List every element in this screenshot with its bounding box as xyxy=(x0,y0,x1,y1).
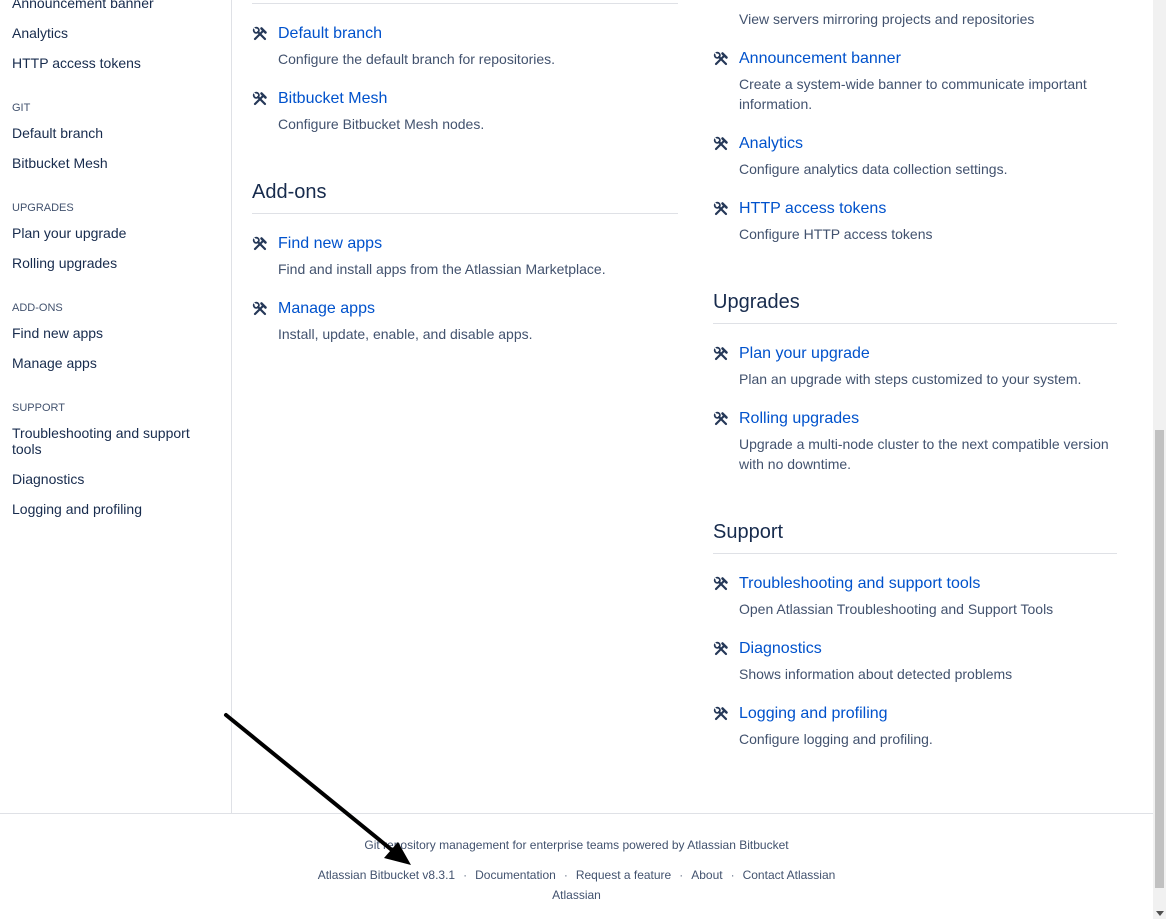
sidebar-item-troubleshooting[interactable]: Troubleshooting and support tools xyxy=(12,425,212,457)
sidebar-group-upgrades: UPGRADES xyxy=(12,202,74,214)
section-title-add-ons: Add-ons xyxy=(252,181,327,203)
footer-separator: · xyxy=(563,868,568,882)
sidebar-item-http-access-tokens[interactable]: HTTP access tokens xyxy=(12,55,141,71)
item-description: Find and install apps from the Atlassian… xyxy=(278,261,606,277)
footer-documentation-link[interactable]: Documentation xyxy=(475,868,556,882)
vertical-scrollbar[interactable] xyxy=(1153,0,1166,919)
diagnostics-link[interactable]: Diagnostics xyxy=(739,639,822,659)
item-description: View servers mirroring projects and repo… xyxy=(739,11,1035,27)
item-description: Shows information about detected problem… xyxy=(739,666,1013,682)
footer-request-feature-link[interactable]: Request a feature xyxy=(576,868,671,882)
tools-icon xyxy=(713,51,729,67)
footer-tagline: Git repository management for enterprise… xyxy=(364,838,789,852)
analytics-link[interactable]: Analytics xyxy=(739,134,803,154)
item-description: Configure Bitbucket Mesh nodes. xyxy=(278,116,485,132)
manage-apps-link[interactable]: Manage apps xyxy=(278,299,375,319)
tools-icon xyxy=(252,236,268,252)
tools-icon xyxy=(713,641,729,657)
tools-icon xyxy=(252,26,268,42)
tools-icon xyxy=(252,301,268,317)
item-description: Create a system-wide banner to communica… xyxy=(739,76,1087,112)
item-description: Open Atlassian Troubleshooting and Suppo… xyxy=(739,601,1054,617)
sidebar-item-manage-apps[interactable]: Manage apps xyxy=(12,355,97,371)
find-new-apps-link[interactable]: Find new apps xyxy=(278,234,382,254)
footer-atlassian-logo[interactable]: Atlassian xyxy=(0,888,1153,902)
sidebar-group-git: GIT xyxy=(12,102,31,114)
admin-sidebar: Announcement banner Analytics HTTP acces… xyxy=(0,0,232,813)
tools-icon xyxy=(713,706,729,722)
section-divider xyxy=(252,213,678,214)
footer-links: Atlassian Bitbucket v8.3.1 · Documentation… xyxy=(0,868,1153,882)
tools-icon xyxy=(713,411,729,427)
announcement-banner-link[interactable]: Announcement banner xyxy=(739,49,901,69)
section-divider xyxy=(252,3,678,4)
sidebar-group-support: SUPPORT xyxy=(12,402,65,414)
sidebar-item-diagnostics[interactable]: Diagnostics xyxy=(12,471,84,487)
tools-icon xyxy=(252,91,268,107)
sidebar-item-plan-your-upgrade[interactable]: Plan your upgrade xyxy=(12,225,126,241)
section-divider xyxy=(713,323,1117,324)
scroll-down-icon[interactable] xyxy=(1156,911,1164,916)
item-description: Configure the default branch for reposit… xyxy=(278,51,556,67)
plan-your-upgrade-link[interactable]: Plan your upgrade xyxy=(739,344,870,364)
sidebar-item-rolling-upgrades[interactable]: Rolling upgrades xyxy=(12,255,117,271)
http-access-tokens-link[interactable]: HTTP access tokens xyxy=(739,199,886,219)
footer-contact-link[interactable]: Contact Atlassian xyxy=(743,868,836,882)
item-description: Configure logging and profiling. xyxy=(739,731,933,747)
section-title-upgrades: Upgrades xyxy=(713,291,800,313)
sidebar-item-bitbucket-mesh[interactable]: Bitbucket Mesh xyxy=(12,155,108,171)
tools-icon xyxy=(713,201,729,217)
tools-icon xyxy=(713,576,729,592)
default-branch-link[interactable]: Default branch xyxy=(278,24,382,44)
section-title-support: Support xyxy=(713,521,784,543)
sidebar-item-logging-and-profiling[interactable]: Logging and profiling xyxy=(12,501,142,517)
page-footer: Git repository management for enterprise… xyxy=(0,813,1153,920)
bitbucket-mesh-link[interactable]: Bitbucket Mesh xyxy=(278,89,387,109)
troubleshooting-link[interactable]: Troubleshooting and support tools xyxy=(739,574,980,594)
scrollbar-thumb[interactable] xyxy=(1155,430,1164,888)
sidebar-item-default-branch[interactable]: Default branch xyxy=(12,125,103,141)
footer-about-link[interactable]: About xyxy=(691,868,722,882)
sidebar-item-find-new-apps[interactable]: Find new apps xyxy=(12,325,103,341)
item-description: Configure HTTP access tokens xyxy=(739,226,933,242)
item-description: Plan an upgrade with steps customized to… xyxy=(739,371,1082,387)
footer-separator: · xyxy=(463,868,468,882)
tools-icon xyxy=(713,136,729,152)
footer-separator: · xyxy=(730,868,735,882)
logging-and-profiling-link[interactable]: Logging and profiling xyxy=(739,704,888,724)
footer-separator: · xyxy=(679,868,684,882)
sidebar-item-announcement-banner[interactable]: Announcement banner xyxy=(12,0,154,11)
item-description: Configure analytics data collection sett… xyxy=(739,161,1008,177)
footer-version-link[interactable]: Atlassian Bitbucket v8.3.1 xyxy=(318,868,455,882)
item-description: Upgrade a multi-node cluster to the next… xyxy=(739,436,1109,472)
section-divider xyxy=(713,553,1117,554)
sidebar-group-add-ons: ADD-ONS xyxy=(12,302,63,314)
rolling-upgrades-link[interactable]: Rolling upgrades xyxy=(739,409,859,429)
item-description: Install, update, enable, and disable app… xyxy=(278,326,533,342)
tools-icon xyxy=(713,346,729,362)
sidebar-item-analytics[interactable]: Analytics xyxy=(12,25,68,41)
